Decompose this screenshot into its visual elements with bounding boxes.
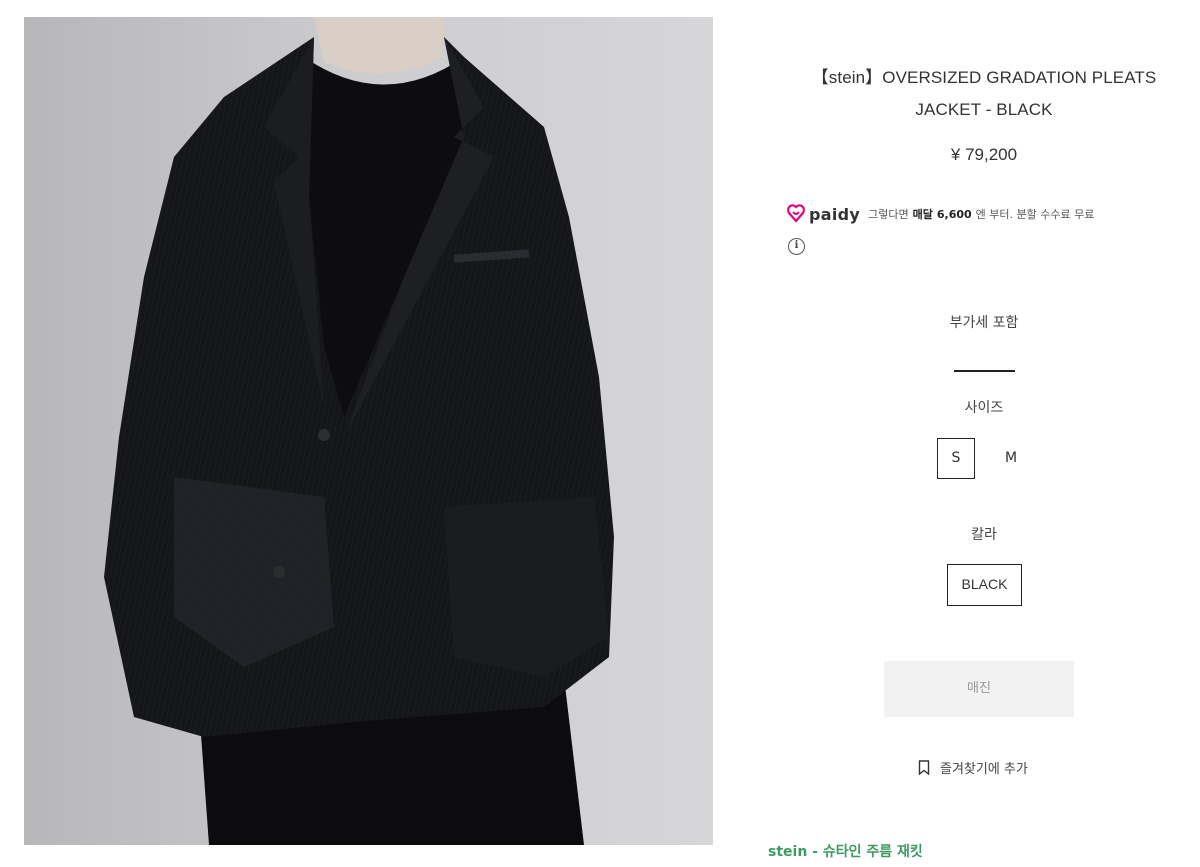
wishlist-label: 즐겨찾기에 추가 <box>940 761 1028 777</box>
size-option-s[interactable]: S <box>937 438 975 479</box>
soldout-button[interactable]: 매진 <box>884 661 1074 717</box>
product-title: 【stein】OVERSIZED GRADATION PLEATS JACKET… <box>770 62 1198 126</box>
paidy-logo: paidy <box>786 204 860 224</box>
paidy-text-after: 엔 부터. 분할 수수료 무료 <box>975 208 1095 221</box>
size-option-m[interactable]: M <box>992 438 1030 479</box>
product-price: ¥ 79,200 <box>950 145 1018 164</box>
color-option-black[interactable]: BLACK <box>947 564 1022 606</box>
bookmark-icon <box>918 759 930 775</box>
info-icon[interactable]: i <box>788 238 805 255</box>
paidy-text-before: 그렇다면 <box>868 208 909 221</box>
paidy-brand: paidy <box>809 204 861 224</box>
jacket-illustration <box>24 17 713 845</box>
product-title-line1: 【stein】OVERSIZED GRADATION PLEATS <box>811 68 1157 87</box>
section-divider <box>954 370 1015 372</box>
add-to-wishlist-button[interactable]: 즐겨찾기에 추가 <box>918 757 1028 777</box>
color-label: 칼라 <box>971 527 997 543</box>
paidy-amount: 6,600 <box>936 207 972 221</box>
size-label: 사이즈 <box>964 400 1004 416</box>
paidy-installment-banner[interactable]: paidy 그렇다면 매달 6,600 엔 부터. 분할 수수료 무료 <box>786 203 1094 225</box>
paidy-text-bold: 매달 <box>912 208 933 221</box>
product-image[interactable] <box>24 17 713 845</box>
product-title-line2: JACKET - BLACK <box>915 100 1053 119</box>
paidy-logo-icon <box>787 204 805 223</box>
brand-link[interactable]: stein - 슈타인 주름 재킷 <box>768 841 923 861</box>
tax-included-note: 부가세 포함 <box>949 315 1019 331</box>
